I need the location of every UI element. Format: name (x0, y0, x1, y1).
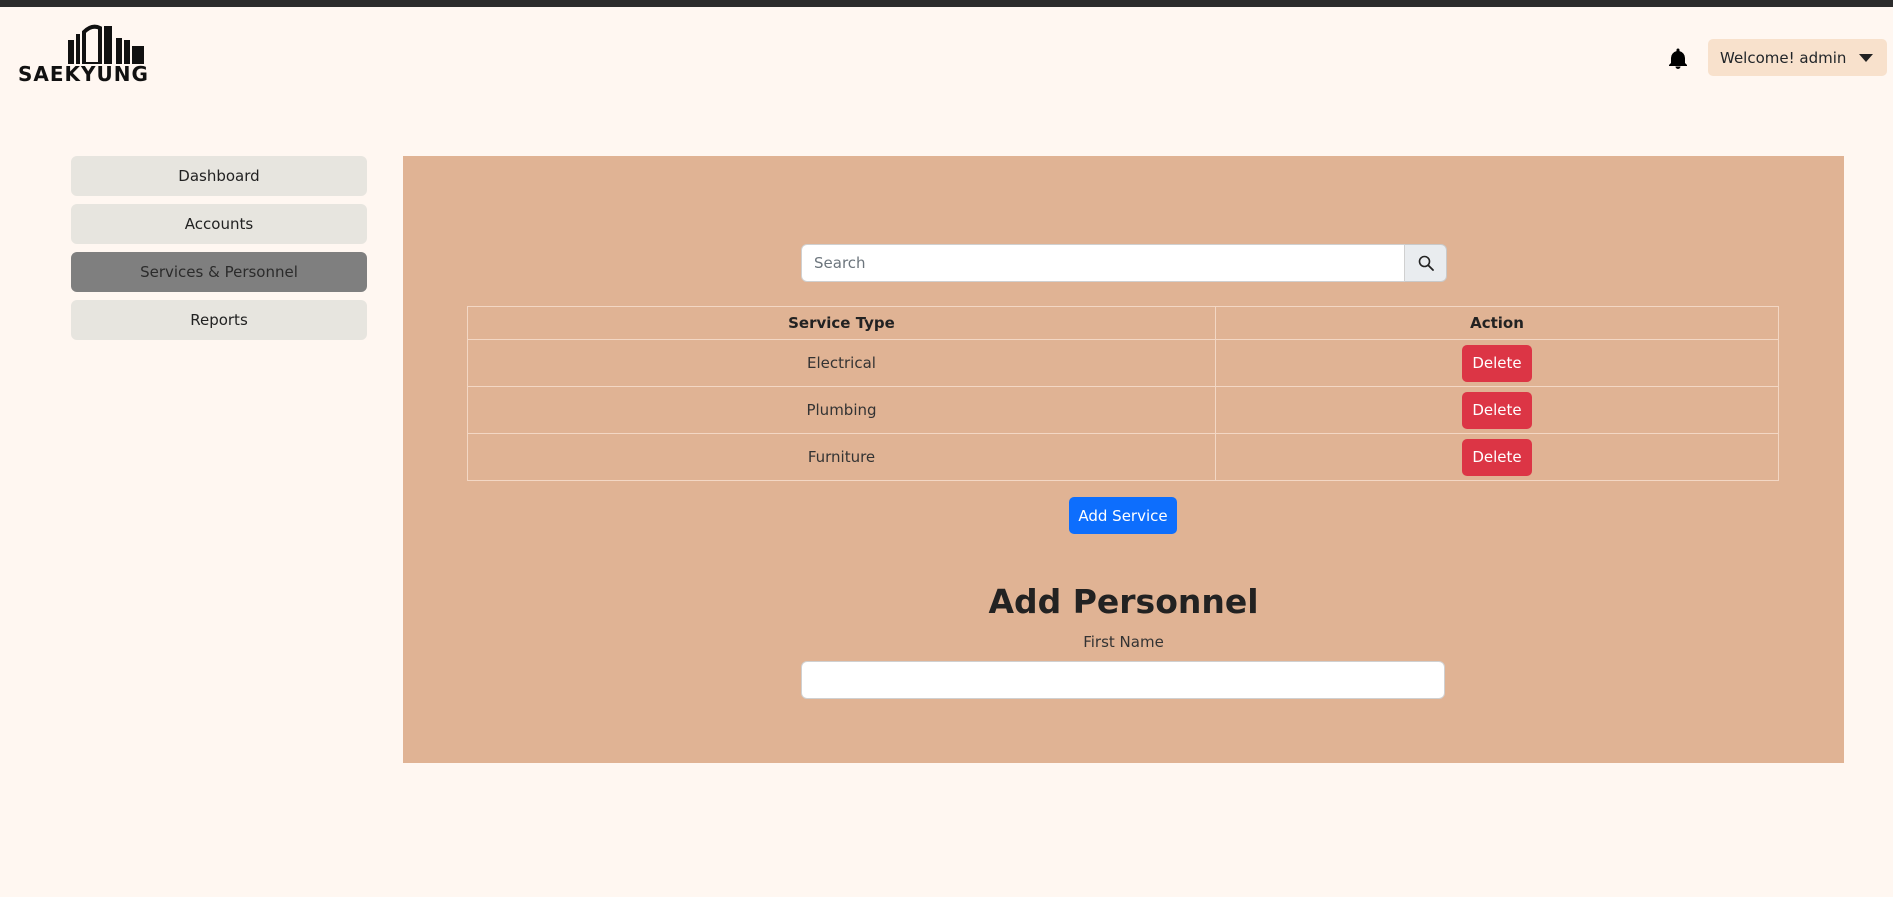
add-personnel-heading: Add Personnel (988, 582, 1259, 621)
table-header-row: Service Type Action (467, 306, 1779, 340)
search-input[interactable] (801, 244, 1405, 282)
sidebar-item-reports[interactable]: Reports (71, 300, 367, 340)
delete-button[interactable]: Delete (1462, 344, 1532, 382)
table-row: Plumbing Delete (467, 386, 1779, 434)
search-bar (801, 244, 1447, 282)
action-cell: Delete (1215, 433, 1779, 481)
action-cell: Delete (1215, 339, 1779, 387)
sidebar-item-dashboard[interactable]: Dashboard (71, 156, 367, 196)
bell-icon[interactable] (1666, 47, 1690, 71)
top-bar (0, 0, 1893, 7)
sidebar-item-accounts[interactable]: Accounts (71, 204, 367, 244)
search-button[interactable] (1405, 244, 1447, 282)
column-header-service-type: Service Type (467, 306, 1216, 340)
delete-button[interactable]: Delete (1462, 438, 1532, 476)
sidebar-item-label: Accounts (184, 215, 254, 233)
sidebar-item-label: Dashboard (178, 167, 260, 185)
service-type-cell: Electrical (467, 339, 1216, 387)
table-row: Furniture Delete (467, 433, 1779, 481)
table-row: Electrical Delete (467, 339, 1779, 387)
caret-down-icon (1859, 54, 1873, 62)
services-table: Service Type Action Electrical Delete Pl… (467, 306, 1779, 481)
sidebar-item-services-personnel[interactable]: Services & Personnel (71, 252, 367, 292)
delete-button[interactable]: Delete (1462, 391, 1532, 429)
main-panel: Service Type Action Electrical Delete Pl… (403, 156, 1844, 763)
user-menu-dropdown[interactable]: Welcome! admin (1708, 39, 1887, 76)
action-cell: Delete (1215, 386, 1779, 434)
logo[interactable]: SAEKYUNG (18, 24, 208, 86)
sidebar-item-label: Reports (190, 311, 248, 329)
first-name-label: First Name (1083, 633, 1164, 651)
first-name-input[interactable] (801, 661, 1445, 699)
search-icon (1418, 255, 1434, 271)
add-service-button[interactable]: Add Service (1069, 497, 1177, 534)
logo-buildings-icon (68, 24, 144, 66)
service-type-cell: Plumbing (467, 386, 1216, 434)
user-menu-label: Welcome! admin (1720, 48, 1847, 67)
logo-text: SAEKYUNG (18, 62, 149, 86)
sidebar-item-label: Services & Personnel (140, 263, 298, 281)
sidebar: Dashboard Accounts Services & Personnel … (71, 156, 367, 348)
service-type-cell: Furniture (467, 433, 1216, 481)
column-header-action: Action (1215, 306, 1779, 340)
